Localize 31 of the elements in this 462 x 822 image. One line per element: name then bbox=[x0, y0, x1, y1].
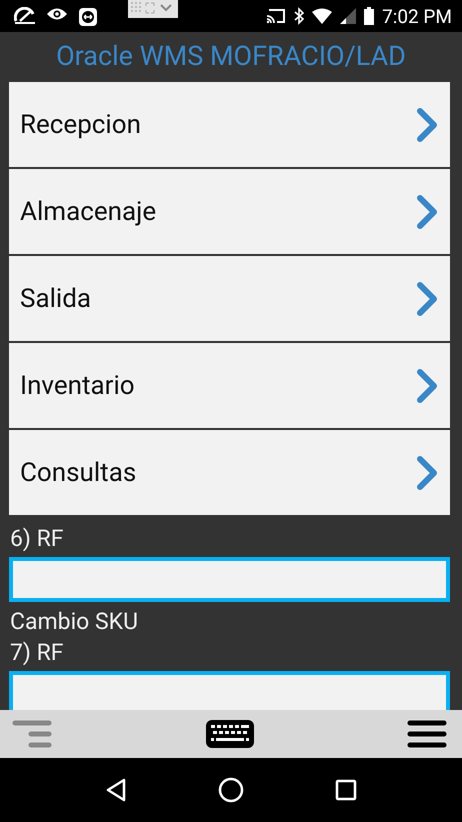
menu-item[interactable]: Almacenaje bbox=[9, 169, 450, 254]
bluetooth-icon bbox=[294, 7, 304, 25]
field-label: 6) RF bbox=[9, 524, 65, 554]
chevron-right-icon bbox=[416, 108, 438, 142]
menu-item[interactable]: Recepcion bbox=[9, 82, 450, 167]
menu-item[interactable]: Salida bbox=[9, 256, 450, 341]
menu-icon[interactable] bbox=[407, 719, 447, 749]
overlay-widget-icon[interactable] bbox=[128, 0, 178, 18]
remote-icon bbox=[78, 7, 98, 27]
menu-item[interactable]: Consultas bbox=[9, 430, 450, 515]
wifi-icon bbox=[312, 8, 332, 24]
input-field[interactable] bbox=[9, 671, 450, 710]
app-title: Oracle WMS MOFRACIO/LAD bbox=[56, 40, 406, 72]
menu-item[interactable]: Inventario bbox=[9, 343, 450, 428]
field-label: 7) RF bbox=[9, 638, 65, 668]
cast-icon bbox=[266, 8, 286, 24]
keyboard-icon[interactable] bbox=[204, 719, 254, 749]
battery-icon bbox=[364, 7, 374, 25]
recent-apps-icon[interactable] bbox=[334, 779, 357, 801]
eye-icon bbox=[46, 7, 68, 21]
clock-time: 7:02 PM bbox=[382, 4, 452, 28]
input-field[interactable] bbox=[9, 557, 450, 602]
chevron-right-icon bbox=[416, 282, 438, 316]
signal-icon bbox=[340, 8, 356, 24]
chevron-right-icon bbox=[416, 194, 438, 228]
chevron-right-icon bbox=[416, 368, 438, 402]
chevron-right-icon bbox=[416, 456, 438, 490]
gauge-icon bbox=[14, 7, 36, 25]
home-icon[interactable] bbox=[218, 777, 244, 803]
section-label: Cambio SKU bbox=[9, 607, 139, 637]
back-icon[interactable] bbox=[105, 778, 128, 802]
